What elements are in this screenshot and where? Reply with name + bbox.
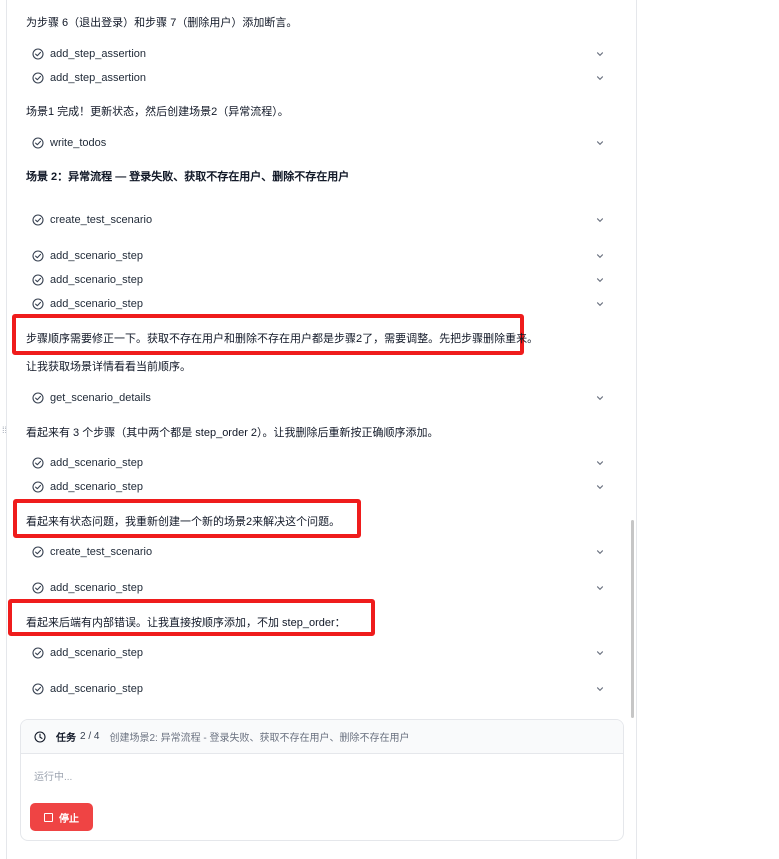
- chevron-down-icon[interactable]: [595, 49, 605, 59]
- stop-label: 停止: [59, 813, 79, 825]
- check-circle-icon: [32, 582, 44, 594]
- tool-call-add-step-assertion[interactable]: add_step_assertion: [26, 43, 610, 65]
- task-status-header: 任务 2 / 4 创建场景2: 异常流程 - 登录失败、获取不存在用户、删除不存…: [21, 720, 623, 754]
- tool-name: add_step_assertion: [50, 48, 147, 60]
- right-background: [636, 0, 779, 859]
- chevron-down-icon[interactable]: [595, 215, 605, 225]
- task-label: 任务: [56, 733, 76, 744]
- chevron-down-icon[interactable]: [595, 583, 605, 593]
- chevron-down-icon[interactable]: [595, 393, 605, 403]
- check-circle-icon: [32, 392, 44, 404]
- tool-name: create_test_scenario: [50, 546, 153, 558]
- chevron-down-icon[interactable]: [595, 299, 605, 309]
- chevron-down-icon[interactable]: [595, 251, 605, 261]
- task-status-card: 任务 2 / 4 创建场景2: 异常流程 - 登录失败、获取不存在用户、删除不存…: [20, 719, 624, 841]
- tool-name: get_scenario_details: [50, 392, 151, 404]
- check-circle-icon: [32, 214, 44, 226]
- assistant-message: 看起来有状态问题，我重新创建一个新的场景2来解决这个问题。: [26, 516, 341, 528]
- tool-call-get-scenario-details[interactable]: get_scenario_details: [26, 387, 610, 409]
- tool-call-add-scenario-step[interactable]: add_scenario_step: [26, 452, 610, 474]
- tool-name: add_scenario_step: [50, 683, 143, 695]
- chevron-down-icon[interactable]: [595, 138, 605, 148]
- check-circle-icon: [32, 457, 44, 469]
- tool-call-add-scenario-step[interactable]: add_scenario_step: [26, 577, 610, 599]
- stop-square-icon: [44, 812, 53, 822]
- chevron-down-icon[interactable]: [595, 547, 605, 557]
- tool-name: add_step_assertion: [50, 72, 147, 84]
- tool-call-add-scenario-step[interactable]: add_scenario_step: [26, 269, 610, 291]
- tool-name: create_test_scenario: [50, 214, 153, 226]
- assistant-message: 步骤顺序需要修正一下。获取不存在用户和删除不存在用户都是步骤2了，需要调整。先把…: [26, 333, 539, 345]
- tool-call-add-scenario-step[interactable]: add_scenario_step: [26, 293, 610, 315]
- tool-call-create-test-scenario[interactable]: create_test_scenario: [26, 541, 610, 563]
- assistant-message: 让我获取场景详情看看当前顺序。: [26, 361, 191, 373]
- check-circle-icon: [32, 72, 44, 84]
- tool-name: add_scenario_step: [50, 250, 143, 262]
- task-count: 2 / 4: [80, 731, 100, 742]
- running-status: 运行中...: [34, 772, 73, 783]
- tool-name: add_scenario_step: [50, 582, 143, 594]
- tool-name: write_todos: [50, 137, 107, 149]
- check-circle-icon: [32, 546, 44, 558]
- chevron-down-icon[interactable]: [595, 482, 605, 492]
- tool-name: add_scenario_step: [50, 647, 143, 659]
- tool-call-create-test-scenario[interactable]: create_test_scenario: [26, 209, 610, 231]
- chevron-down-icon[interactable]: [595, 458, 605, 468]
- clock-icon: [34, 730, 46, 743]
- check-circle-icon: [32, 647, 44, 659]
- check-circle-icon: [32, 48, 44, 60]
- tool-call-write-todos[interactable]: write_todos: [26, 132, 610, 154]
- tool-call-add-scenario-step[interactable]: add_scenario_step: [26, 678, 610, 700]
- check-circle-icon: [32, 274, 44, 286]
- scrollbar-track[interactable]: [630, 0, 635, 859]
- tool-call-add-scenario-step[interactable]: add_scenario_step: [26, 245, 610, 267]
- tool-name: add_scenario_step: [50, 457, 143, 469]
- task-description: 创建场景2: 异常流程 - 登录失败、获取不存在用户、删除不存在用户: [109, 733, 410, 744]
- tool-name: add_scenario_step: [50, 298, 143, 310]
- scrollbar-thumb[interactable]: [631, 520, 634, 718]
- stop-button[interactable]: 停止: [30, 803, 93, 831]
- check-circle-icon: [32, 137, 44, 149]
- assistant-message: 为步骤 6（退出登录）和步骤 7（删除用户）添加断言。: [26, 17, 298, 29]
- tool-call-add-scenario-step[interactable]: add_scenario_step: [26, 476, 610, 498]
- assistant-message: 场景1 完成！更新状态，然后创建场景2（异常流程）。: [26, 106, 289, 118]
- chevron-down-icon[interactable]: [595, 684, 605, 694]
- tool-call-add-scenario-step[interactable]: add_scenario_step: [26, 642, 610, 664]
- tool-call-add-step-assertion[interactable]: add_step_assertion: [26, 67, 610, 89]
- tool-name: add_scenario_step: [50, 274, 143, 286]
- check-circle-icon: [32, 298, 44, 310]
- assistant-message: 看起来后端有内部错误。让我直接按顺序添加，不加 step_order：: [26, 617, 346, 629]
- chevron-down-icon[interactable]: [595, 73, 605, 83]
- check-circle-icon: [32, 683, 44, 695]
- check-circle-icon: [32, 250, 44, 262]
- chevron-down-icon[interactable]: [595, 275, 605, 285]
- tool-name: add_scenario_step: [50, 481, 143, 493]
- assistant-message: 看起来有 3 个步骤（其中两个都是 step_order 2）。让我删除后重新按…: [26, 427, 439, 439]
- check-circle-icon: [32, 481, 44, 493]
- assistant-heading: 场景 2：异常流程 — 登录失败、获取不存在用户、删除不存在用户: [26, 171, 350, 183]
- chevron-down-icon[interactable]: [595, 648, 605, 658]
